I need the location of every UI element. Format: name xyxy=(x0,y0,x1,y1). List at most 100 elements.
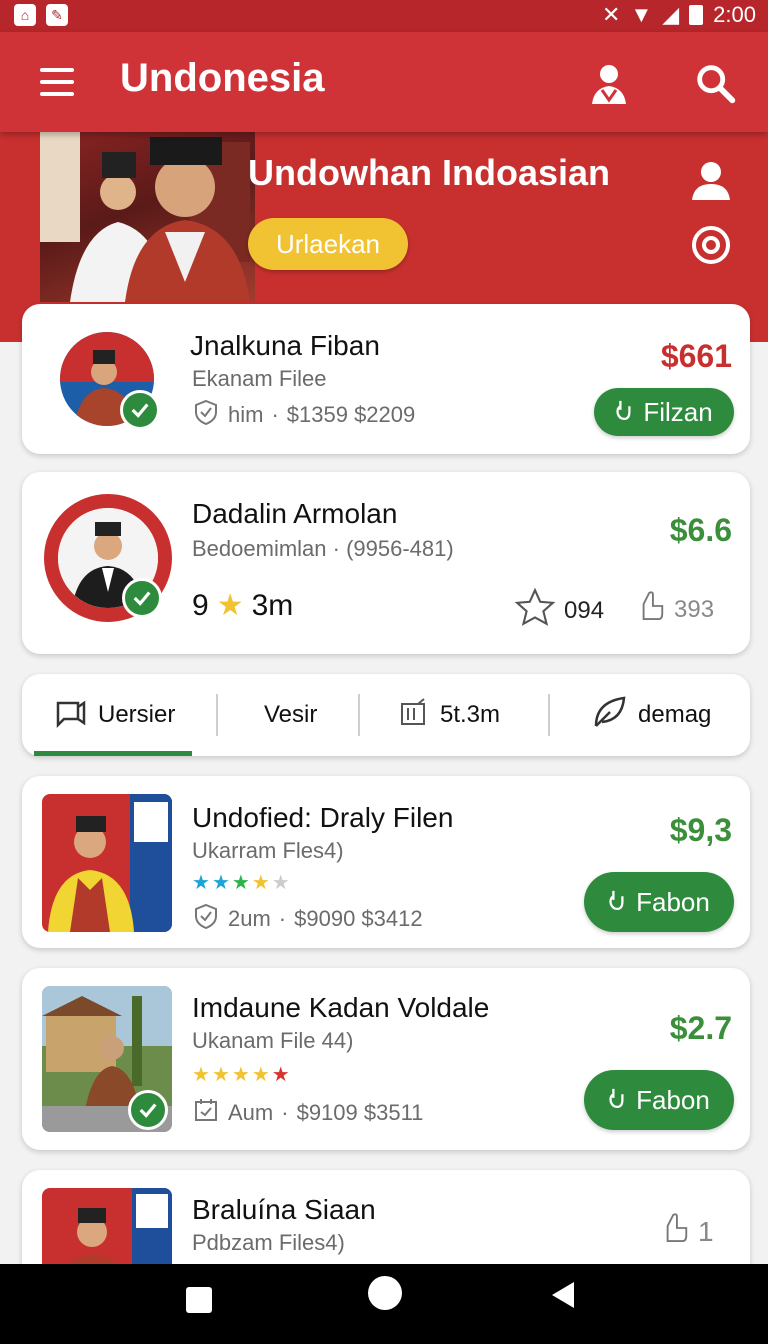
tab-demag[interactable]: demag xyxy=(592,674,711,756)
item-subtitle: Ukanam File 44) xyxy=(192,1028,354,1053)
meta-values: $1359 $2209 xyxy=(286,402,416,427)
meta-values: $9090 $3412 xyxy=(294,906,423,931)
hand-icon xyxy=(608,1085,626,1116)
featured-card-2[interactable]: Dadalin Armolan Bedoemimlan · (9956-481)… xyxy=(22,472,750,654)
calendar-check-icon xyxy=(192,1096,220,1130)
system-nav-bar xyxy=(0,1264,768,1344)
star-icon: ★ xyxy=(271,1064,292,1086)
card-action-button[interactable]: Filzan xyxy=(594,388,734,436)
item-name: Undofied: Draly Filen xyxy=(192,802,454,833)
profile-badge-icon[interactable] xyxy=(584,60,634,110)
verified-check-icon xyxy=(128,1090,168,1130)
item-subtitle: Pdbzam Files4) xyxy=(192,1230,345,1255)
home-button[interactable] xyxy=(368,1276,402,1310)
card-subtitle: Bedoemimlan · (9956-481) xyxy=(192,536,454,561)
item-button-label: Fabon xyxy=(636,886,710,917)
target-icon[interactable] xyxy=(688,222,734,268)
rating-duration: 3m xyxy=(251,588,294,622)
thumbs-up-icon xyxy=(638,588,666,631)
list-item[interactable]: Imdaune Kadan Voldale Ukanam File 44) ★★… xyxy=(22,968,750,1150)
clock-text: 2:00 xyxy=(713,2,756,27)
notification-icon: ⌂ xyxy=(14,4,36,26)
verified-check-icon xyxy=(120,390,160,430)
item-button-label: Fabon xyxy=(636,1084,710,1115)
tab-divider xyxy=(548,694,550,736)
card-button-label: Filzan xyxy=(643,396,713,427)
star-icon: ★ xyxy=(211,872,232,894)
meta-dot: · xyxy=(271,402,279,427)
leaf-icon xyxy=(592,694,628,737)
favorite-count-text: 094 xyxy=(564,596,605,624)
meta-dot: · xyxy=(278,906,287,931)
flag-icon xyxy=(54,695,88,736)
edit-notification-icon: ✎ xyxy=(46,4,68,26)
search-icon[interactable] xyxy=(692,60,742,110)
meta-values: $9109 $3511 xyxy=(296,1100,424,1125)
verified-check-icon xyxy=(122,578,162,618)
card-name: Dadalin Armolan xyxy=(192,498,398,529)
document-icon xyxy=(398,696,430,735)
meta-time: 2um xyxy=(228,906,271,931)
item-name: Imdaune Kadan Voldale xyxy=(192,992,490,1023)
card-subtitle: Ekanam Filee xyxy=(192,366,327,391)
item-subtitle: Ukarram Fles4) xyxy=(192,838,344,863)
tab-vesir[interactable]: Vesir xyxy=(264,674,317,756)
like-count[interactable]: 1 xyxy=(662,1210,714,1253)
back-button[interactable] xyxy=(550,1280,576,1315)
status-bar: ⌂ ✎ ✕ ▼ ◢ 2:00 xyxy=(0,0,768,32)
hand-icon xyxy=(608,887,626,918)
tab-label: Vesir xyxy=(264,701,318,728)
item-price: $9,3 xyxy=(669,812,732,848)
hero-action-button[interactable]: Urlaekan xyxy=(248,218,408,270)
item-action-button[interactable]: Fabon xyxy=(584,872,734,932)
shield-clock-icon xyxy=(192,902,220,936)
star-outline-icon xyxy=(514,586,556,635)
menu-icon[interactable] xyxy=(40,68,74,96)
star-empty-icon: ★ xyxy=(271,872,292,894)
app-title: Undonesia xyxy=(120,56,325,100)
app-bar: Undonesia xyxy=(0,32,768,132)
star-icon: ★ xyxy=(192,1064,212,1086)
featured-card-1[interactable]: Jnalkuna Fiban Ekanam Filee him · $1359 … xyxy=(22,304,750,454)
like-count[interactable]: 393 xyxy=(638,588,714,631)
recent-apps-button[interactable] xyxy=(186,1287,212,1313)
star-icon: ★ xyxy=(211,1064,232,1086)
tab-uersier[interactable]: Uersier xyxy=(54,674,175,756)
item-action-button[interactable]: Fabon xyxy=(584,1070,734,1130)
star-icon: ★ xyxy=(251,1064,272,1086)
user-icon[interactable] xyxy=(688,158,734,204)
like-count-text: 1 xyxy=(698,1215,714,1247)
thumbs-up-icon xyxy=(662,1210,690,1253)
card-price: $661 xyxy=(660,338,732,374)
like-count-text: 393 xyxy=(674,595,715,623)
tab-bar: Uersier Vesir 5t.3m demag xyxy=(22,674,750,756)
hand-icon xyxy=(615,397,633,428)
mute-icon: ✕ xyxy=(602,2,621,27)
tab-label: demag xyxy=(638,701,712,728)
list-item[interactable]: Undofied: Draly Filen Ukarram Fles4) ★★★… xyxy=(22,776,750,948)
rating-number: 9 xyxy=(192,588,209,622)
card-meta: him · $1359 $2209 xyxy=(192,398,415,432)
signal-icon: ◢ xyxy=(662,2,680,27)
meta-time: Aum xyxy=(228,1100,274,1125)
item-thumbnail xyxy=(42,794,172,932)
star-icon: ★ xyxy=(192,872,212,894)
item-name: Braluína Siaan xyxy=(192,1194,376,1225)
favorite-count[interactable]: 094 xyxy=(514,586,604,635)
item-meta: 2um · $9090 $3412 xyxy=(192,902,423,936)
star-icon: ★ xyxy=(231,1064,252,1086)
tab-label: 5t.3m xyxy=(440,701,501,728)
item-price: $2.7 xyxy=(669,1010,732,1046)
star-icon: ★ xyxy=(231,872,252,894)
item-rating: ★★★★★ xyxy=(192,870,292,895)
shield-clock-icon xyxy=(192,398,220,432)
meta-dot: · xyxy=(281,1100,289,1125)
wifi-icon: ▼ xyxy=(630,2,653,27)
item-meta: Aum · $9109 $3511 xyxy=(192,1096,423,1130)
item-rating: ★★★★★ xyxy=(192,1062,292,1087)
hero-title: Undowhan Indoasian xyxy=(248,152,611,193)
star-icon: ★ xyxy=(251,872,272,894)
battery-icon xyxy=(689,5,704,25)
tab-5t3m[interactable]: 5t.3m xyxy=(398,674,500,756)
star-icon: ★ xyxy=(216,589,244,622)
